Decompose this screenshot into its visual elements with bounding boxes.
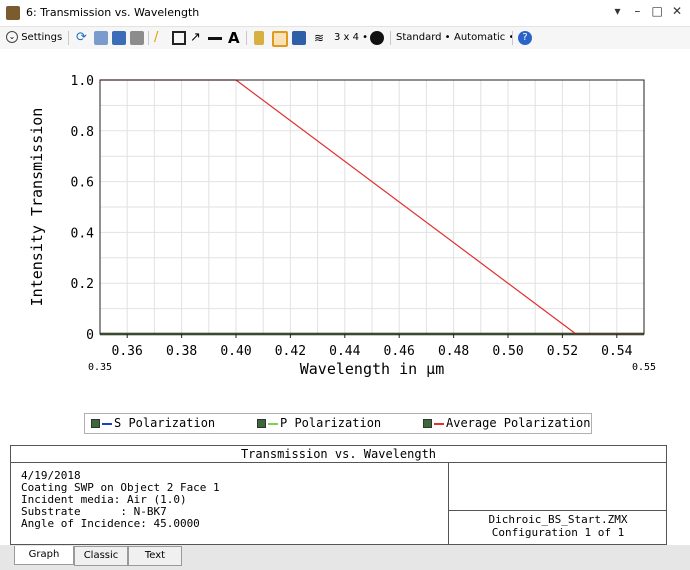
maximize-button[interactable]: □ xyxy=(650,4,664,18)
copy-icon[interactable] xyxy=(94,31,108,45)
pencil-icon[interactable]: / xyxy=(154,31,168,45)
close-button[interactable]: ✕ xyxy=(670,4,684,18)
x-min-label: 0.35 xyxy=(88,362,112,373)
legend-marker-icon xyxy=(257,419,266,428)
y-tick-label: 0.2 xyxy=(71,277,94,292)
legend-item-average: Average Polarization xyxy=(423,416,591,430)
window-title: 6: Transmission vs. Wavelength xyxy=(26,6,200,19)
help-icon[interactable]: ? xyxy=(518,31,532,45)
legend-marker-icon xyxy=(91,419,100,428)
info-file: Dichroic_BS_Start.ZMX xyxy=(488,513,628,526)
toolbar-separator xyxy=(512,31,513,45)
x-tick-label: 0.52 xyxy=(547,344,578,359)
x-tick-label: 0.48 xyxy=(438,344,469,359)
chevron-down-icon: ⌄ xyxy=(6,31,18,43)
dropdown-icon[interactable]: ▾ xyxy=(611,4,625,18)
automatic-dropdown[interactable]: Automatic • xyxy=(454,30,514,46)
toolbar-separator xyxy=(148,31,149,45)
layers-icon[interactable]: ≋ xyxy=(314,30,324,46)
lock-icon[interactable] xyxy=(254,31,264,45)
print-icon[interactable] xyxy=(130,31,144,45)
info-right-panel: Dichroic_BS_Start.ZMX Configuration 1 of… xyxy=(448,462,667,544)
x-tick-label: 0.38 xyxy=(166,344,197,359)
chart-legend: S Polarization P Polarization Average Po… xyxy=(84,413,592,434)
info-panel: Transmission vs. Wavelength 4/19/2018 Co… xyxy=(10,445,667,545)
legend-marker-icon xyxy=(423,419,432,428)
title-bar: 6: Transmission vs. Wavelength ▾ – □ ✕ xyxy=(0,0,690,27)
fit-icon[interactable] xyxy=(272,31,288,47)
x-max-label: 0.55 xyxy=(632,362,656,373)
x-axis-label: Wavelength in µm xyxy=(300,360,445,378)
standard-dropdown[interactable]: Standard • xyxy=(396,30,451,46)
window-controls: ▾ – □ ✕ xyxy=(609,4,684,18)
legend-line-average xyxy=(434,422,444,425)
x-tick-label: 0.36 xyxy=(112,344,143,359)
y-axis-label: Intensity Transmission xyxy=(28,108,46,307)
tab-text[interactable]: Text xyxy=(128,546,182,566)
refresh-icon[interactable]: ⟳ xyxy=(76,31,90,45)
y-tick-label: 1.0 xyxy=(71,74,94,89)
layout-dropdown[interactable]: 3 x 4 • xyxy=(334,30,368,46)
save-icon[interactable] xyxy=(112,31,126,45)
tab-bar: Graph Classic Text xyxy=(0,545,690,570)
rectangle-icon[interactable] xyxy=(172,31,186,45)
toolbar-separator xyxy=(390,31,391,45)
settings-button[interactable]: ⌄ Settings xyxy=(6,30,62,46)
y-tick-label: 0 xyxy=(86,328,94,343)
y-tick-label: 0.4 xyxy=(71,226,95,241)
info-title: Transmission vs. Wavelength xyxy=(11,446,666,463)
toolbar-separator xyxy=(68,31,69,45)
grid xyxy=(100,80,644,334)
transmission-chart: 0 0.2 0.4 0.6 0.8 1.0 0.36 0.38 0.40 0.42 0.44 0.4… xyxy=(28,74,656,378)
toolbar: ⌄ Settings ⟳ / ↗ A ≋ 3 x 4 • Standard • … xyxy=(0,27,690,49)
tab-classic[interactable]: Classic xyxy=(74,546,128,566)
line-icon[interactable] xyxy=(208,37,222,40)
arrow-icon[interactable]: ↗ xyxy=(190,31,204,45)
legend-line-p xyxy=(268,422,278,425)
text-icon[interactable]: A xyxy=(228,30,240,46)
info-file-panel: Dichroic_BS_Start.ZMX Configuration 1 of… xyxy=(449,510,667,547)
window-icon[interactable] xyxy=(292,31,306,45)
info-details: 4/19/2018 Coating SWP on Object 2 Face 1… xyxy=(21,470,220,530)
x-tick-label: 0.40 xyxy=(220,344,251,359)
x-tick-label: 0.50 xyxy=(492,344,523,359)
info-config: Configuration 1 of 1 xyxy=(491,526,625,539)
minimize-button[interactable]: – xyxy=(630,4,644,18)
x-tick-label: 0.46 xyxy=(384,344,415,359)
y-tick-label: 0.6 xyxy=(71,176,94,191)
clock-icon[interactable] xyxy=(370,31,384,45)
x-tick-label: 0.44 xyxy=(329,344,360,359)
legend-item-p: P Polarization xyxy=(257,416,381,430)
app-icon xyxy=(6,6,20,20)
tab-graph[interactable]: Graph xyxy=(14,546,74,565)
legend-item-s: S Polarization xyxy=(91,416,215,430)
toolbar-separator xyxy=(246,31,247,45)
x-tick-label: 0.54 xyxy=(601,344,632,359)
info-angle: Angle of Incidence: 45.0000 xyxy=(21,517,200,530)
legend-line-s xyxy=(102,422,112,425)
y-tick-label: 0.8 xyxy=(71,125,94,140)
x-tick-label: 0.42 xyxy=(275,344,306,359)
